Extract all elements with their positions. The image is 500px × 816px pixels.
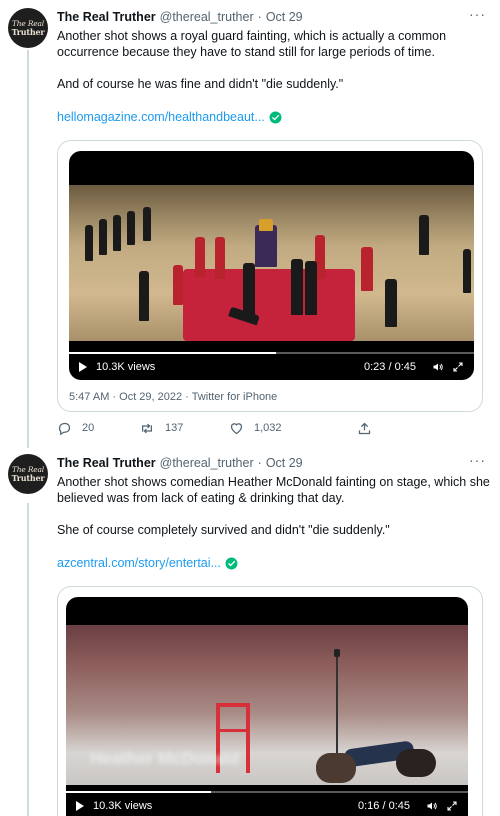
reply-count: 20 xyxy=(82,422,95,434)
tweet-text: Another shot shows a royal guard faintin… xyxy=(57,28,490,92)
verified-check-icon xyxy=(269,111,282,123)
separator: · xyxy=(257,456,262,470)
avatar[interactable]: The Real Truther xyxy=(8,454,48,494)
tweet-paragraph: Another shot shows a royal guard faintin… xyxy=(57,29,447,59)
tweet-link[interactable]: azcentral.com/story/entertai... xyxy=(57,556,221,570)
avatar-text: Truther xyxy=(11,473,45,483)
video-frame: Heather McDonald xyxy=(66,625,468,785)
author-handle[interactable]: @thereal_truther xyxy=(160,456,254,470)
author-name[interactable]: The Real Truther xyxy=(57,10,156,24)
reply-button[interactable]: 20 xyxy=(57,421,137,436)
retweet-icon xyxy=(142,423,152,433)
tweet-text: Another shot shows comedian Heather McDo… xyxy=(57,474,490,538)
video-player[interactable]: Heather McDonald 10.3K views 0:16 / 0:45 xyxy=(66,597,468,816)
volume-icon[interactable] xyxy=(426,800,438,812)
heart-icon xyxy=(230,422,243,434)
media-card[interactable]: 10.3K views 0:23 / 0:45 5:47 AM · Oct 29… xyxy=(57,140,483,412)
video-frame xyxy=(69,185,474,341)
like-button[interactable]: 1,032 xyxy=(229,421,349,436)
view-count: 10.3K views xyxy=(96,361,156,373)
media-card[interactable]: Heather McDonald 10.3K views 0:16 / 0:45 xyxy=(57,586,483,816)
tweet-date[interactable]: Oct 29 xyxy=(266,456,303,470)
video-player[interactable]: 10.3K views 0:23 / 0:45 xyxy=(69,151,474,380)
tweet-date[interactable]: Oct 29 xyxy=(266,10,303,24)
retweet-count: 137 xyxy=(165,422,184,434)
tweet-link[interactable]: hellomagazine.com/healthandbeaut... xyxy=(57,110,265,124)
video-timecode: 0:16 / 0:45 xyxy=(358,800,410,812)
video-overlay-text: Heather McDonald xyxy=(90,749,240,768)
fullscreen-icon[interactable] xyxy=(446,800,458,812)
retweet-button[interactable]: 137 xyxy=(139,421,219,436)
verified-check-icon xyxy=(225,557,238,569)
tweet-paragraph: Another shot shows comedian Heather McDo… xyxy=(57,475,490,505)
tweet-header: The Real Truther @thereal_truther · Oct … xyxy=(57,8,490,26)
author-name[interactable]: The Real Truther xyxy=(57,456,156,470)
more-options-icon[interactable]: ··· xyxy=(469,6,486,22)
tweet-header: The Real Truther @thereal_truther · Oct … xyxy=(57,454,490,472)
video-controls: 10.3K views 0:16 / 0:45 xyxy=(66,793,468,816)
play-icon[interactable] xyxy=(79,362,87,372)
author-handle[interactable]: @thereal_truther xyxy=(160,10,254,24)
view-count: 10.3K views xyxy=(93,800,153,812)
separator: · xyxy=(257,10,262,24)
share-button[interactable] xyxy=(357,421,382,436)
fullscreen-icon[interactable] xyxy=(452,361,464,373)
more-options-icon[interactable]: ··· xyxy=(469,452,486,468)
reply-icon xyxy=(58,422,71,435)
volume-icon[interactable] xyxy=(432,361,444,373)
tweet-metadata: 5:47 AM · Oct 29, 2022 · Twitter for iPh… xyxy=(69,391,278,403)
tweet[interactable]: The Real Truther The Real Truther @there… xyxy=(0,450,500,816)
avatar[interactable]: The Real Truther xyxy=(8,8,48,48)
video-timecode: 0:23 / 0:45 xyxy=(364,361,416,373)
tweet[interactable]: The Real Truther The Real Truther @there… xyxy=(0,0,500,448)
like-count: 1,032 xyxy=(254,422,282,434)
timeline: The Real Truther The Real Truther @there… xyxy=(0,0,500,816)
tweet-paragraph: And of course he was fine and didn't "di… xyxy=(57,77,344,91)
tweet-paragraph: She of course completely survived and di… xyxy=(57,523,390,537)
play-icon[interactable] xyxy=(76,801,84,811)
video-controls: 10.3K views 0:23 / 0:45 xyxy=(69,354,474,380)
tweet-actions: 20 137 1,032 xyxy=(57,419,417,437)
avatar-text: Truther xyxy=(11,27,45,37)
share-icon xyxy=(358,422,371,434)
